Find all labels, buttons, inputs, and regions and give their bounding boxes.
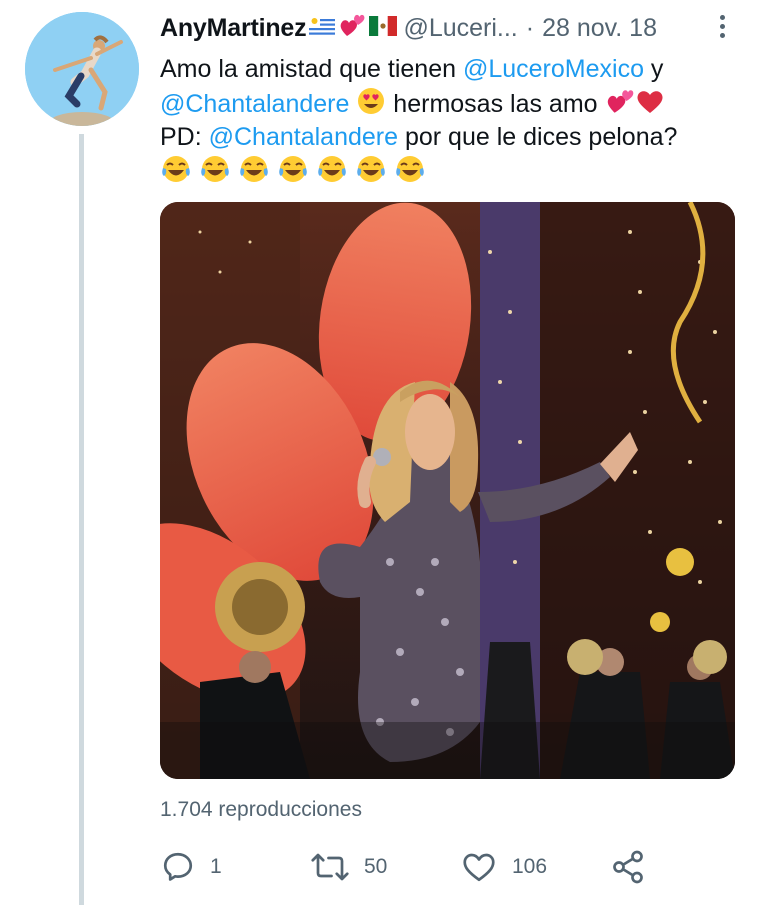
mexico-flag-icon <box>369 14 398 43</box>
reply-icon <box>163 852 193 881</box>
emoji-row <box>160 154 740 188</box>
tears-of-joy-icon <box>199 154 231 193</box>
uruguay-flag-icon <box>309 14 336 43</box>
tears-of-joy-icon <box>394 154 426 193</box>
tears-of-joy-icon <box>160 154 192 193</box>
author-handle[interactable]: @Luceri... <box>403 14 517 43</box>
like-count: 106 <box>512 855 548 878</box>
tweet-text-segment: Amo la amistad que tienen <box>160 55 463 83</box>
mention-chantalandere[interactable]: @Chantalandere <box>160 90 349 118</box>
two-hearts-icon <box>605 87 635 124</box>
tweet-text-segment: por que le dices pelona? <box>398 123 678 151</box>
reply-count: 1 <box>210 855 222 878</box>
mention-lucero[interactable]: @LuceroMexico <box>463 55 644 83</box>
two-hearts-icon <box>338 12 366 45</box>
tweet-date[interactable]: 28 nov. 18 <box>542 14 657 43</box>
like-button[interactable]: 106 <box>460 846 547 888</box>
tweet-text: Amo la amistad que tienen @LuceroMexico … <box>160 52 740 188</box>
retweet-count: 50 <box>364 855 388 878</box>
tears-of-joy-icon <box>316 154 348 193</box>
thread-connector-line <box>79 134 84 905</box>
header-separator: · <box>525 13 535 42</box>
author-avatar[interactable] <box>25 12 139 126</box>
author-name[interactable]: AnyMartinez <box>160 14 307 43</box>
reply-button[interactable]: 1 <box>160 846 222 888</box>
tears-of-joy-icon <box>355 154 387 193</box>
tweet-text-segment: hermosas las amo <box>386 90 605 119</box>
tears-of-joy-icon <box>238 154 270 193</box>
tweet-video[interactable] <box>160 202 735 779</box>
mention-chantalandere[interactable]: @Chantalandere <box>209 123 398 151</box>
retweet-button[interactable]: 50 <box>310 846 387 888</box>
view-count: 1.704 reproducciones <box>160 798 362 821</box>
tweet-text-segment: y <box>643 55 664 83</box>
share-button[interactable] <box>610 846 660 888</box>
retweet-icon <box>311 853 349 881</box>
tears-of-joy-icon <box>277 154 309 193</box>
red-heart-icon <box>635 87 665 124</box>
tweet-header: AnyMartinez @Luceri... · 28 nov. 18 <box>160 10 732 46</box>
tweet-actions: 1 50 106 <box>160 846 650 888</box>
like-icon <box>463 853 495 882</box>
share-icon <box>613 850 643 884</box>
tweet-text-segment: PD: <box>160 123 209 151</box>
more-options-icon[interactable] <box>712 12 732 42</box>
